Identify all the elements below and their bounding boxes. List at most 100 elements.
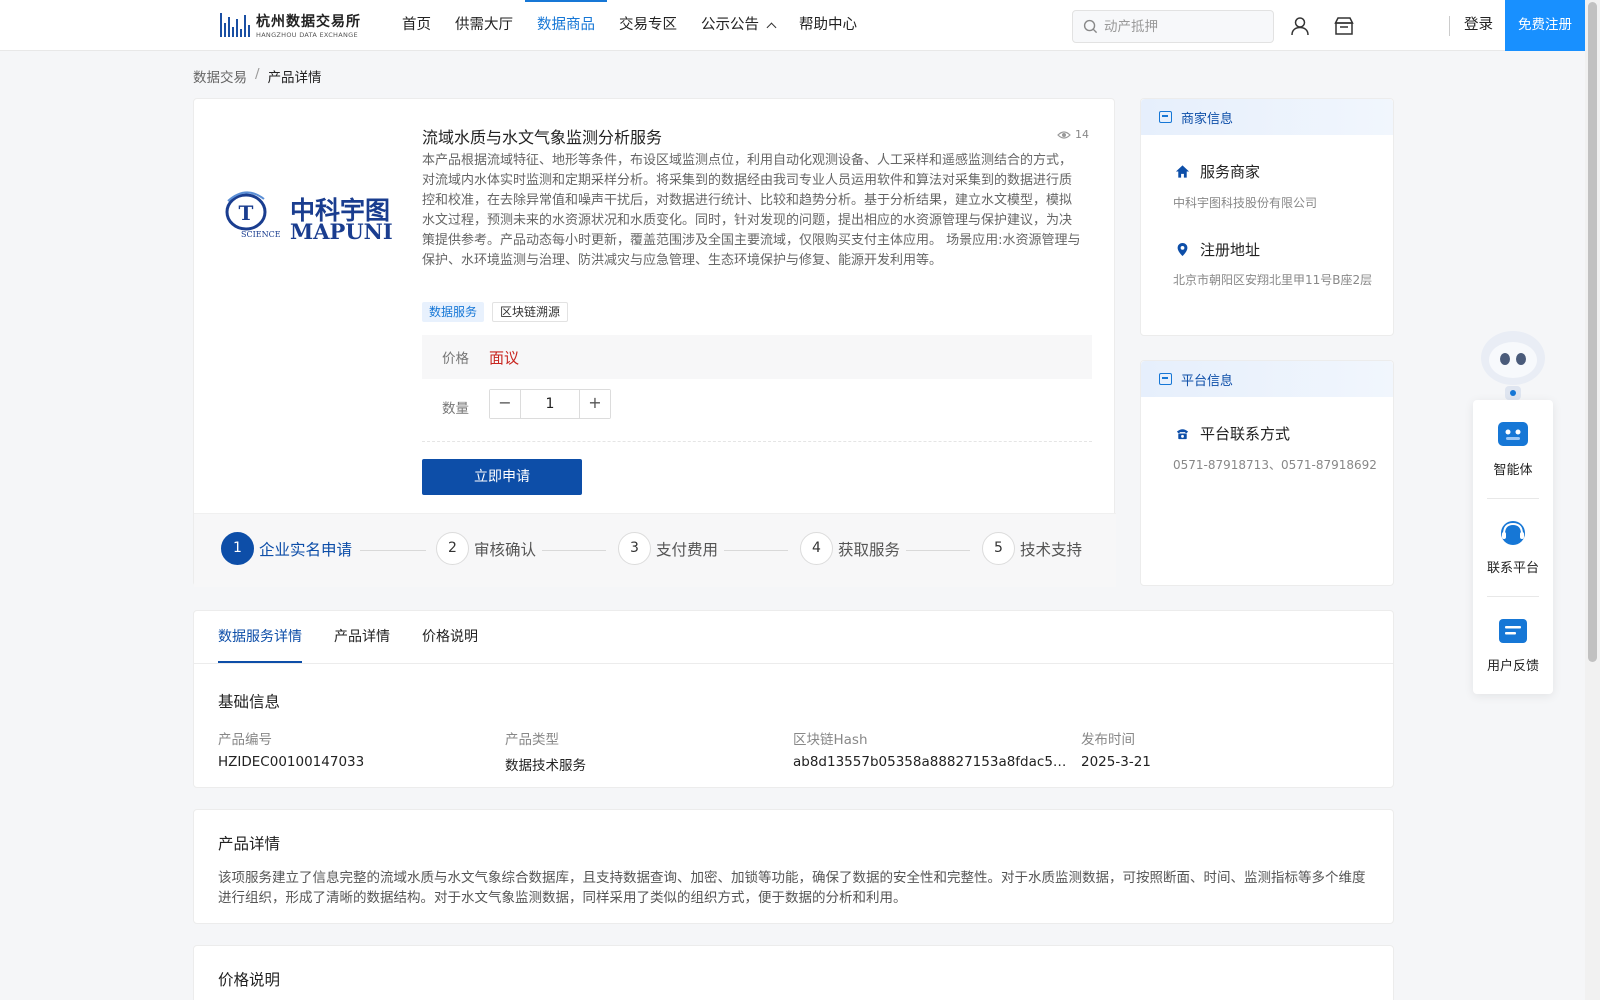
robot-mascot-icon[interactable] bbox=[1472, 326, 1554, 404]
service-merchant-value: 中科宇图科技股份有限公司 bbox=[1173, 196, 1318, 210]
step-label: 审核确认 bbox=[474, 540, 537, 559]
platform-info-card: 平台信息 平台联系方式 0571-87918713、0571-87918692 bbox=[1140, 360, 1394, 586]
scrollbar-thumb[interactable] bbox=[1588, 2, 1597, 662]
step-label: 企业实名申请 bbox=[259, 540, 353, 559]
price-info-card: 价格说明 bbox=[193, 945, 1394, 1000]
login-link[interactable]: 登录 bbox=[1464, 0, 1493, 50]
basic-info-title: 基础信息 bbox=[218, 693, 281, 711]
main-nav: 首页 供需大厅 数据商品 交易专区 公示公告 帮助中心 bbox=[390, 0, 869, 50]
quantity-stepper: − 1 + bbox=[489, 389, 611, 419]
platform-contact-row: 平台联系方式 bbox=[1175, 423, 1290, 444]
tab-price-info[interactable]: 价格说明 bbox=[422, 611, 478, 663]
step-number: 3 bbox=[618, 532, 651, 565]
svg-text:T: T bbox=[239, 201, 254, 225]
field-product-code: 产品编号 HZIDEC00100147033 bbox=[218, 728, 478, 770]
field-label: 区块链Hash bbox=[793, 732, 868, 748]
details-card: 数据服务详情 产品详情 价格说明 基础信息 产品编号 HZIDEC0010014… bbox=[193, 610, 1394, 788]
step-label: 技术支持 bbox=[1020, 540, 1083, 559]
top-header: 杭州数据交易所 HANGZHOU DATA EXCHANGE 首页 供需大厅 数… bbox=[0, 0, 1585, 51]
user-feedback-label: 用户反馈 bbox=[1486, 659, 1539, 674]
agent-button[interactable]: 智能体 bbox=[1473, 400, 1553, 498]
step-connector bbox=[542, 550, 606, 551]
details-tabs: 数据服务详情 产品详情 价格说明 bbox=[218, 611, 478, 664]
agent-icon bbox=[1498, 422, 1528, 446]
quantity-label: 数量 bbox=[442, 401, 469, 417]
breadcrumb-root[interactable]: 数据交易 bbox=[193, 66, 247, 86]
search-input[interactable] bbox=[1104, 18, 1264, 35]
service-merchant-label: 服务商家 bbox=[1200, 163, 1261, 181]
nav-data-products[interactable]: 数据商品 bbox=[525, 0, 607, 50]
price-info-title: 价格说明 bbox=[218, 971, 281, 989]
apply-now-button[interactable]: 立即申请 bbox=[422, 459, 582, 495]
breadcrumb-separator: / bbox=[255, 66, 260, 82]
registered-address-row: 注册地址 bbox=[1175, 239, 1260, 260]
field-publish-date: 发布时间 2025-3-21 bbox=[1081, 728, 1341, 770]
step-number: 4 bbox=[800, 532, 833, 565]
merchant-info-card: 商家信息 服务商家 中科宇图科技股份有限公司 注册地址 北京市朝阳区安翔北里甲1… bbox=[1140, 98, 1394, 336]
platform-contact-value: 0571-87918713、0571-87918692 bbox=[1173, 458, 1377, 472]
nav-announcements-label: 公示公告 bbox=[701, 17, 759, 33]
step-connector bbox=[724, 550, 788, 551]
field-product-type: 产品类型 数据技术服务 bbox=[505, 728, 765, 774]
nav-supply-demand[interactable]: 供需大厅 bbox=[443, 0, 525, 50]
view-count-value: 14 bbox=[1075, 128, 1089, 141]
logo-bars-icon bbox=[220, 13, 250, 37]
product-title: 流域水质与水文气象监测分析服务 bbox=[422, 128, 663, 147]
field-label: 产品编号 bbox=[218, 732, 272, 748]
logo-title: 杭州数据交易所 bbox=[256, 14, 361, 30]
price-value: 面议 bbox=[489, 348, 520, 367]
contact-platform-button[interactable]: 联系平台 bbox=[1473, 498, 1553, 596]
page-scrollbar[interactable] bbox=[1585, 0, 1600, 1000]
step-3: 3 支付费用 bbox=[618, 532, 718, 565]
quantity-value[interactable]: 1 bbox=[520, 390, 580, 418]
info-icon bbox=[1159, 111, 1172, 123]
step-1: 1 企业实名申请 bbox=[221, 532, 352, 565]
increment-button[interactable]: + bbox=[580, 390, 610, 418]
eye-icon bbox=[1057, 130, 1071, 139]
site-logo[interactable]: 杭州数据交易所 HANGZHOU DATA EXCHANGE bbox=[220, 11, 361, 39]
user-feedback-button[interactable]: 用户反馈 bbox=[1473, 596, 1553, 694]
registered-address-label: 注册地址 bbox=[1200, 241, 1261, 259]
merchant-logo: T 中科宇图 SCIENCE MAPUNI bbox=[225, 191, 393, 244]
platform-info-header: 平台信息 bbox=[1141, 361, 1393, 397]
nav-announcements[interactable]: 公示公告 bbox=[689, 0, 787, 50]
decrement-button[interactable]: − bbox=[490, 390, 520, 418]
home-icon bbox=[1175, 165, 1190, 178]
tabs-divider bbox=[194, 663, 1393, 664]
product-card: T 中科宇图 SCIENCE MAPUNI 流域水质与水文气象监测分析服务 14… bbox=[193, 98, 1116, 587]
view-count: 14 bbox=[1057, 128, 1089, 141]
step-label: 获取服务 bbox=[838, 540, 901, 559]
tag-data-service: 数据服务 bbox=[422, 302, 485, 322]
breadcrumb: 数据交易 / 产品详情 bbox=[193, 66, 322, 86]
merchant-info-header: 商家信息 bbox=[1141, 99, 1393, 135]
service-merchant-row: 服务商家 bbox=[1175, 161, 1260, 182]
logo-subtitle: HANGZHOU DATA EXCHANGE bbox=[256, 31, 358, 39]
process-steps: 1 企业实名申请 2 审核确认 3 支付费用 4 获取服务 5 技术支持 bbox=[194, 513, 1116, 587]
store-icon[interactable] bbox=[1333, 15, 1355, 37]
step-2: 2 审核确认 bbox=[436, 532, 536, 565]
user-icon[interactable] bbox=[1289, 15, 1311, 37]
tab-product-details[interactable]: 产品详情 bbox=[334, 611, 390, 663]
product-details-title: 产品详情 bbox=[218, 835, 281, 853]
product-description: 本产品根据流域特征、地形等条件，布设区域监测点位，利用自动化观测设备、人工采样和… bbox=[422, 153, 1081, 268]
price-row: 价格 面议 bbox=[422, 335, 1092, 379]
nav-home[interactable]: 首页 bbox=[390, 0, 443, 50]
register-button[interactable]: 免费注册 bbox=[1505, 0, 1585, 51]
tab-service-details[interactable]: 数据服务详情 bbox=[218, 611, 302, 664]
chevron-up-icon bbox=[766, 22, 777, 33]
step-5: 5 技术支持 bbox=[982, 532, 1082, 565]
logo-small-text: SCIENCE bbox=[241, 230, 281, 239]
step-number: 2 bbox=[436, 532, 469, 565]
field-label: 发布时间 bbox=[1081, 732, 1135, 748]
product-details-text: 该项服务建立了信息完整的流域水质与水文气象综合数据库，且支持数据查询、加密、加锁… bbox=[218, 870, 1366, 906]
step-connector bbox=[360, 550, 426, 551]
floating-toolbar: 智能体 联系平台 用户反馈 bbox=[1473, 400, 1553, 694]
breadcrumb-current: 产品详情 bbox=[267, 70, 322, 86]
nav-help[interactable]: 帮助中心 bbox=[787, 0, 869, 50]
product-details-card: 产品详情 该项服务建立了信息完整的流域水质与水文气象综合数据库，且支持数据查询、… bbox=[193, 809, 1394, 924]
search-box bbox=[1072, 10, 1274, 43]
field-value: ab8d13557b05358a88827153a8fdac5dc3a1 bbox=[793, 754, 1071, 770]
merchant-info-title: 商家信息 bbox=[1181, 111, 1234, 127]
divider bbox=[422, 441, 1092, 442]
nav-trade-zone[interactable]: 交易专区 bbox=[607, 0, 689, 50]
